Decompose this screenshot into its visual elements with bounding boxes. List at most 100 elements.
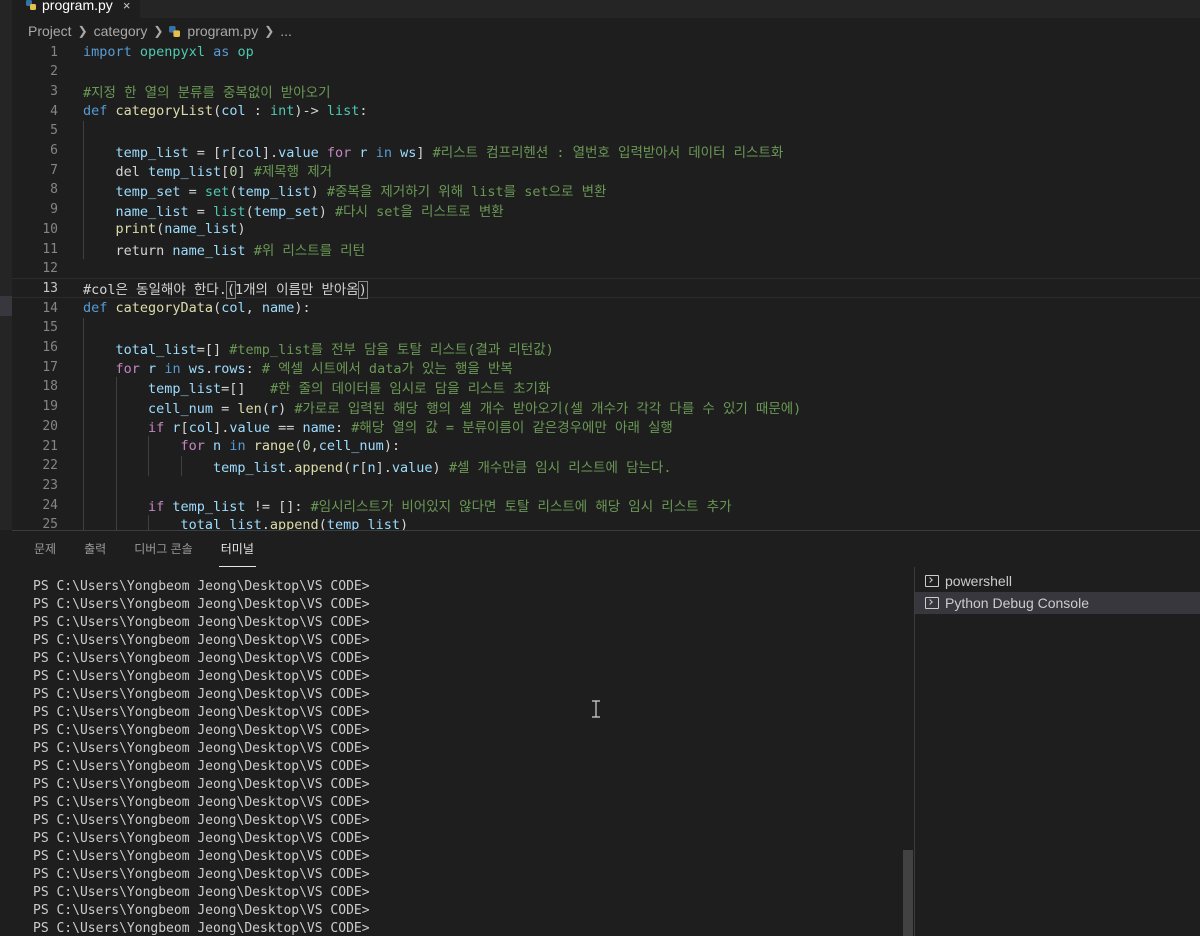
line-number: 8: [50, 182, 58, 198]
code-line[interactable]: 22 temp_list.append(r[n].value) #셀 개수만큼 임…: [12, 455, 1200, 476]
line-number: 6: [50, 143, 58, 158]
code-token: temp_list: [237, 183, 311, 200]
terminal-line: PS C:\Users\Yongbeom Jeong\Desktop\VS CO…: [33, 741, 370, 756]
code-line[interactable]: 24 if temp_list != []: #임시리스트가 비어있지 않다면 토…: [12, 495, 1200, 516]
code-token: # 엑셀 시트에서 data가 있는 행을 반복: [261, 361, 513, 378]
code-line[interactable]: 17 for r in ws.rows: # 엑셀 시트에서 data가 있는 행…: [12, 357, 1200, 378]
code-text: if r[col].value == name: #해당 열의 값 = 분류이름…: [148, 416, 673, 436]
code-line[interactable]: 4 def categoryList(col : int)-> list:: [12, 101, 1200, 121]
code-token: #다시 set을 리스트로 변환: [335, 203, 504, 220]
code-token: #중복을 제거하기 위해 list를 set으로 변환: [326, 183, 607, 200]
code-line[interactable]: 20 if r[col].value == name: #해당 열의 값 = 분류…: [12, 416, 1200, 437]
line-number: 9: [50, 202, 58, 218]
tab-program-py[interactable]: program.py ×: [12, 0, 141, 18]
code-token: list: [213, 203, 246, 220]
terminal-list: powershell Python Debug Console: [915, 570, 1200, 614]
line-number: 16: [42, 340, 58, 355]
code-editor[interactable]: 1 import openpyxl as op 2 3 #지정 한 열의 분류를 중복없…: [12, 42, 1200, 530]
code-token: op: [237, 44, 254, 60]
code-token: ].: [375, 459, 392, 476]
breadcrumb-category[interactable]: category: [94, 23, 148, 39]
code-token: name_list: [115, 203, 189, 220]
terminal-line: PS C:\Users\Yongbeom Jeong\Desktop\VS CO…: [33, 723, 370, 738]
breadcrumb-file[interactable]: program.py: [187, 23, 258, 39]
line-number: 25: [42, 517, 58, 530]
code-line[interactable]: 11 return name_list #위 리스트를 리턴: [12, 239, 1200, 259]
code-token: name: [261, 300, 295, 317]
panel-tab-bar: 문제 출력 디버그 콘솔 터미널: [12, 531, 1200, 567]
code-token: ): [357, 281, 368, 300]
indent-guide: [83, 160, 84, 181]
code-text: def categoryData(col, name):: [83, 300, 311, 316]
code-line[interactable]: 21 for n in range(0,cell_num):: [12, 436, 1200, 456]
code-line[interactable]: 2: [12, 62, 1200, 82]
indent-guide: [83, 140, 84, 161]
code-line[interactable]: 7 del temp_list[0] #제목행 제거: [12, 160, 1200, 181]
chevron-right-icon: ❯: [264, 24, 275, 38]
code-line[interactable]: 12: [12, 259, 1200, 279]
line-number: 7: [50, 162, 58, 178]
code-token: ): [432, 459, 449, 476]
code-line[interactable]: 6 temp_list = [r[col].value for r in ws] …: [12, 140, 1200, 161]
code-token: int: [270, 103, 295, 120]
code-line[interactable]: 1 import openpyxl as op: [12, 42, 1200, 62]
python-file-icon: [26, 0, 36, 10]
indent-guide: [83, 436, 84, 456]
terminal-scrollbar[interactable]: [903, 850, 913, 936]
code-line[interactable]: 14 def categoryData(col, name):: [12, 298, 1200, 318]
code-text: cell_num = len(r) #가로로 입력된 해당 행의 셀 개수 받아…: [148, 397, 801, 417]
code-line[interactable]: 25 total_list.append(temp_list): [12, 514, 1200, 530]
breadcrumb: Project ❯ category ❯ program.py ❯ ...: [28, 20, 292, 42]
terminal-output[interactable]: PS C:\Users\Yongbeom Jeong\Desktop\VS CO…: [12, 567, 912, 936]
code-line[interactable]: 3 #지정 한 열의 분류를 중복없이 받아오기: [12, 81, 1200, 102]
close-icon[interactable]: ×: [123, 0, 131, 13]
code-token: range: [253, 438, 295, 454]
code-line[interactable]: 9 name_list = list(temp_set) #다시 set을 리스트…: [12, 199, 1200, 220]
code-token: value: [278, 144, 319, 161]
terminal-line: PS C:\Users\Yongbeom Jeong\Desktop\VS CO…: [33, 687, 370, 702]
code-token: append: [294, 459, 344, 476]
terminal-line: PS C:\Users\Yongbeom Jeong\Desktop\VS CO…: [33, 867, 370, 882]
code-line[interactable]: 10 print(name_list): [12, 219, 1200, 240]
code-line[interactable]: 23: [12, 475, 1200, 496]
text-cursor-icon: [592, 700, 600, 718]
indent-guide: [83, 514, 84, 530]
breadcrumb-project[interactable]: Project: [28, 23, 72, 39]
code-token: ].: [261, 144, 279, 161]
code-line[interactable]: 15: [12, 317, 1200, 338]
code-token: del: [115, 164, 149, 181]
code-line[interactable]: 19 cell_num = len(r) #가로로 입력된 해당 행의 셀 개수 …: [12, 396, 1200, 417]
code-token: 1개의 이름만 받아옴: [234, 282, 359, 299]
line-number: 20: [42, 418, 58, 434]
code-line[interactable]: 13 #col은 동일해야 한다.(1개의 이름만 받아옴): [12, 278, 1200, 300]
panel-tab-0[interactable]: 문제: [34, 531, 56, 567]
panel-tab-2[interactable]: 디버그 콘솔: [134, 531, 193, 567]
code-line[interactable]: 16 total_list=[] #temp_list를 전부 담을 토탈 리스트…: [12, 337, 1200, 358]
code-token: != []:: [245, 499, 311, 516]
code-line[interactable]: 18 temp_list=[] #한 줄의 데이터를 임시로 담을 리스트 초기화: [12, 376, 1200, 397]
code-token: (: [318, 516, 327, 530]
panel-tab-1[interactable]: 출력: [84, 531, 106, 567]
code-line[interactable]: 5: [12, 120, 1200, 141]
code-token: #임시리스트가 비어있지 않다면 토탈 리스트에 해당 임시 리스트 추가: [310, 499, 732, 516]
code-text: name_list = list(temp_set) #다시 set을 리스트로…: [116, 200, 504, 220]
code-token: ): [278, 400, 295, 417]
breadcrumb-symbol[interactable]: ...: [280, 23, 292, 39]
code-token: (: [245, 203, 254, 220]
panel-tab-3[interactable]: 터미널: [218, 531, 256, 567]
vscode-window: program.py × Project ❯ category ❯ progra…: [0, 0, 1200, 936]
terminal-line: PS C:\Users\Yongbeom Jeong\Desktop\VS CO…: [33, 885, 370, 900]
terminal-instance[interactable]: Python Debug Console: [915, 592, 1200, 614]
code-token: ,: [310, 438, 319, 454]
terminal-instance[interactable]: powershell: [915, 570, 1200, 592]
code-line[interactable]: 8 temp_set = set(temp_list) #중복을 제거하기 위해 …: [12, 179, 1200, 200]
code-token: [: [359, 459, 368, 476]
indent-guide: [148, 436, 149, 456]
indent-guide: [83, 376, 84, 397]
code-token: categoryData: [115, 300, 214, 317]
indent-guide: [148, 455, 149, 476]
